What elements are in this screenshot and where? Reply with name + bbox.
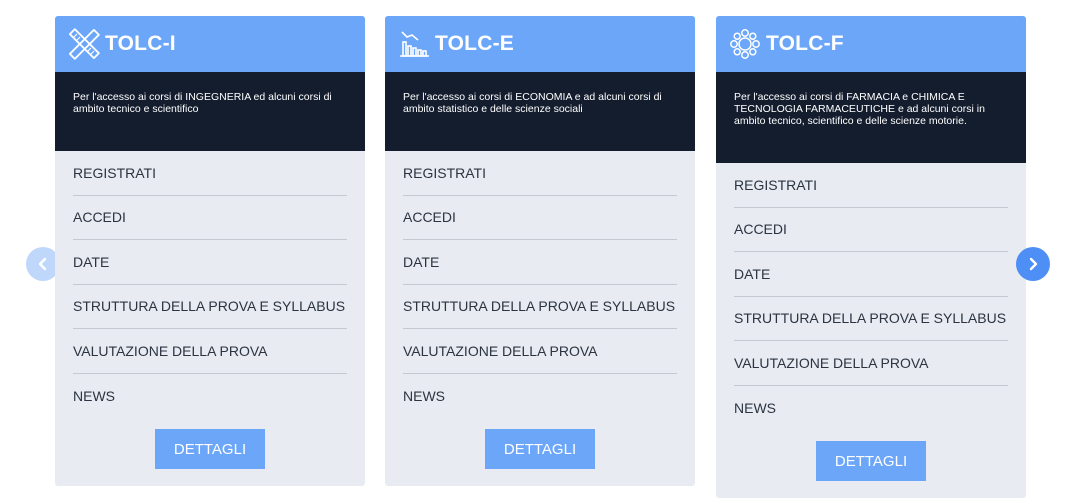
menu-item-accedi[interactable]: ACCEDI	[403, 196, 677, 240]
chevron-right-icon	[1029, 257, 1038, 271]
menu-item-struttura[interactable]: STRUTTURA DELLA PROVA E SYLLABUS	[73, 285, 347, 329]
menu-item-valutazione[interactable]: VALUTAZIONE DELLA PROVA	[734, 341, 1008, 386]
card-description: Per l'accesso ai corsi di FARMACIA e CHI…	[716, 72, 1026, 163]
menu-item-news[interactable]: NEWS	[403, 374, 677, 419]
ruler-pencil-icon	[67, 27, 101, 61]
menu-item-struttura[interactable]: STRUTTURA DELLA PROVA E SYLLABUS	[403, 285, 677, 329]
bar-chart-icon	[397, 27, 431, 61]
chevron-left-icon	[38, 257, 47, 271]
card-tolc-i: TOLC-I Per l'accesso ai corsi di INGEGNE…	[55, 16, 365, 486]
menu-item-news[interactable]: NEWS	[73, 374, 347, 419]
menu-item-accedi[interactable]: ACCEDI	[734, 208, 1008, 252]
card-menu: REGISTRATI ACCEDI DATE STRUTTURA DELLA P…	[385, 151, 695, 418]
card-description: Per l'accesso ai corsi di ECONOMIA e ad …	[385, 72, 695, 151]
card-description: Per l'accesso ai corsi di INGEGNERIA ed …	[55, 72, 365, 151]
menu-item-date[interactable]: DATE	[734, 252, 1008, 297]
molecule-icon	[728, 27, 762, 61]
card-tolc-e: TOLC-E Per l'accesso ai corsi di ECONOMI…	[385, 16, 695, 486]
menu-item-news[interactable]: NEWS	[734, 386, 1008, 431]
details-button[interactable]: DETTAGLI	[155, 429, 265, 469]
menu-item-registrati[interactable]: REGISTRATI	[73, 151, 347, 196]
card-tolc-f: TOLC-F Per l'accesso ai corsi di FARMACI…	[716, 16, 1026, 498]
menu-item-registrati[interactable]: REGISTRATI	[734, 163, 1008, 208]
card-header: TOLC-F	[716, 16, 1026, 72]
card-menu: REGISTRATI ACCEDI DATE STRUTTURA DELLA P…	[55, 151, 365, 418]
details-button[interactable]: DETTAGLI	[816, 441, 926, 481]
menu-item-date[interactable]: DATE	[73, 240, 347, 285]
carousel-next-button[interactable]	[1016, 247, 1050, 281]
card-title: TOLC-I	[105, 32, 176, 55]
card-title: TOLC-F	[766, 32, 844, 55]
menu-item-registrati[interactable]: REGISTRATI	[403, 151, 677, 196]
card-header: TOLC-E	[385, 16, 695, 72]
menu-item-accedi[interactable]: ACCEDI	[73, 196, 347, 240]
card-header: TOLC-I	[55, 16, 365, 72]
card-title: TOLC-E	[435, 32, 514, 55]
menu-item-valutazione[interactable]: VALUTAZIONE DELLA PROVA	[73, 329, 347, 374]
menu-item-date[interactable]: DATE	[403, 240, 677, 285]
details-button[interactable]: DETTAGLI	[485, 429, 595, 469]
card-menu: REGISTRATI ACCEDI DATE STRUTTURA DELLA P…	[716, 163, 1026, 430]
menu-item-struttura[interactable]: STRUTTURA DELLA PROVA E SYLLABUS	[734, 297, 1008, 341]
menu-item-valutazione[interactable]: VALUTAZIONE DELLA PROVA	[403, 329, 677, 374]
